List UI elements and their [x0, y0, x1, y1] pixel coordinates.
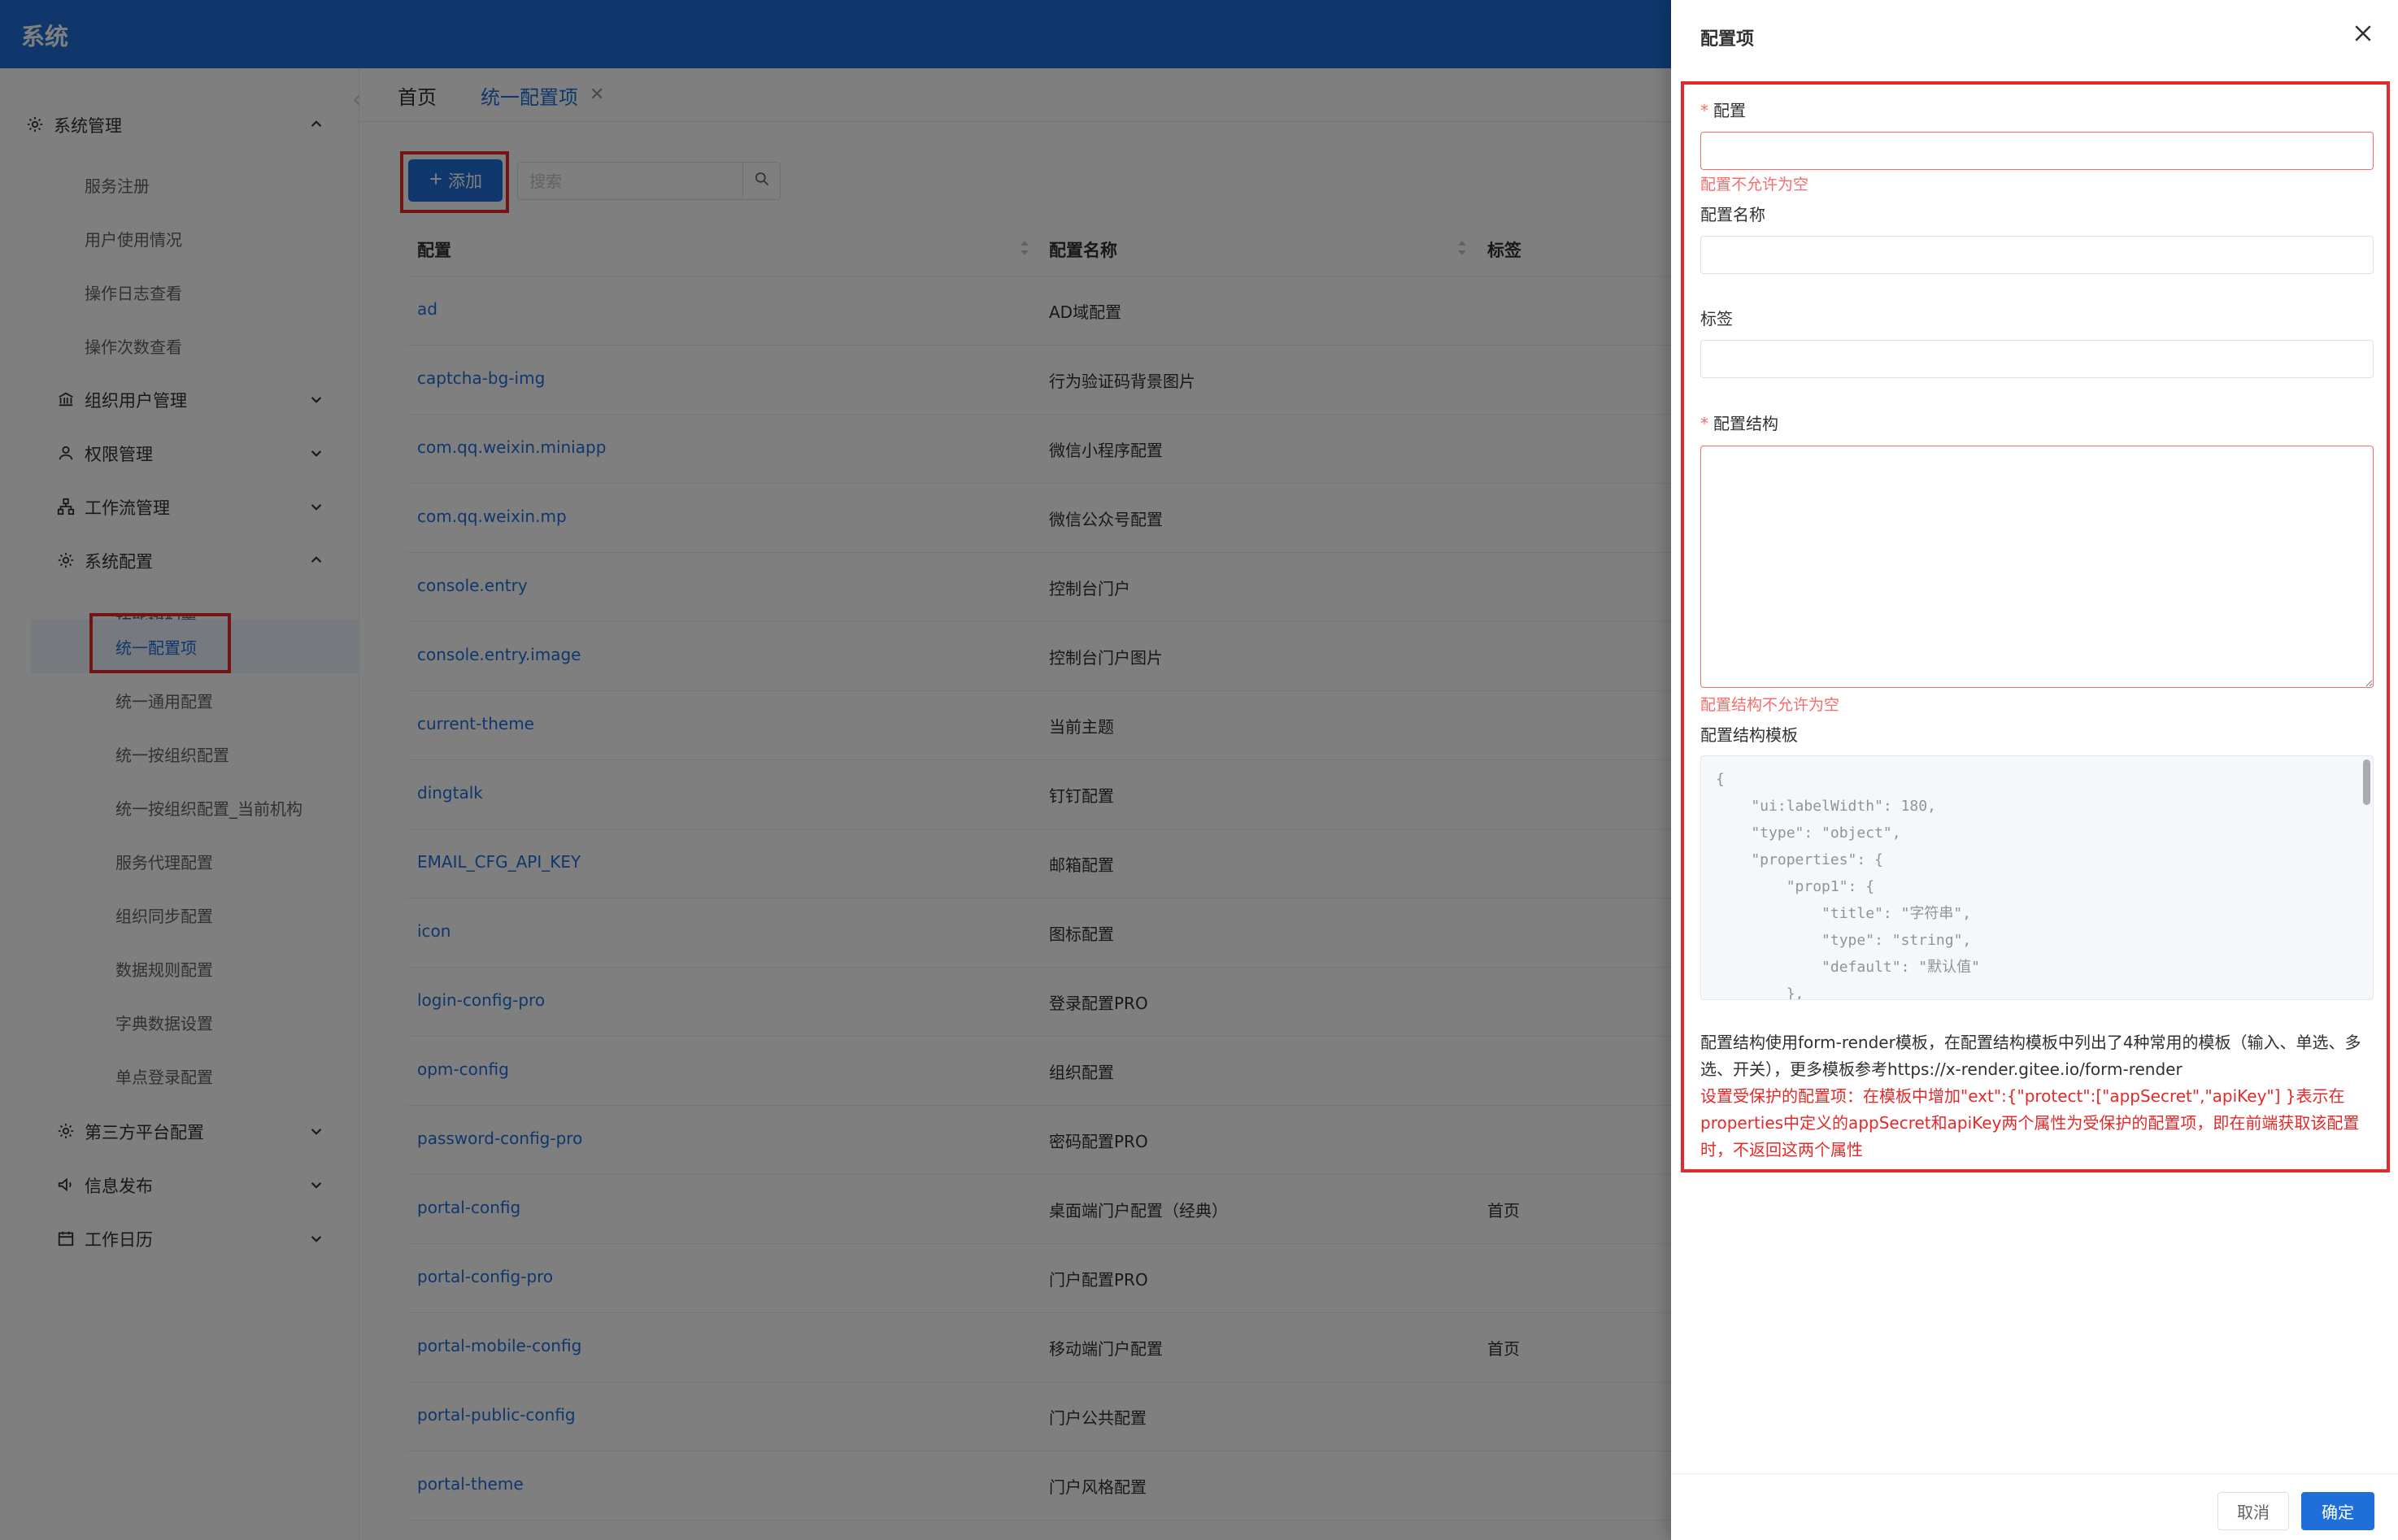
- struct-field-label-text: 配置结构: [1713, 414, 1778, 433]
- drawer-footer: 取消 确定: [1671, 1473, 2398, 1540]
- config-error-text: 配置不允许为空: [1700, 176, 1809, 194]
- struct-textarea[interactable]: [1700, 446, 2374, 688]
- help-text: 配置结构使用form-render模板，在配置结构模板中列出了4种常用的模板（输…: [1700, 1033, 2361, 1079]
- confirm-button[interactable]: 确定: [2301, 1492, 2374, 1530]
- template-code-box[interactable]: { "ui:labelWidth": 180, "type": "object"…: [1700, 755, 2374, 1000]
- config-drawer: 配置项 * 配置 配置不允许为空 配置名称 标签 * 配置结构 配置结构不允许为空 …: [1671, 0, 2398, 1540]
- struct-field-label: * 配置结构: [1700, 411, 1778, 434]
- config-field-label: * 配置: [1700, 98, 1746, 121]
- required-mark: *: [1700, 101, 1708, 120]
- tag-field-label: 标签: [1700, 309, 1733, 328]
- config-input[interactable]: [1700, 132, 2374, 170]
- struct-error-text: 配置结构不允许为空: [1700, 696, 1840, 714]
- template-code: { "ui:labelWidth": 180, "type": "object"…: [1716, 771, 1980, 1000]
- cancel-button[interactable]: 取消: [2217, 1492, 2289, 1530]
- required-mark: *: [1700, 414, 1708, 433]
- template-scrollbar[interactable]: [2363, 759, 2370, 805]
- config-field-label-text: 配置: [1713, 101, 1746, 120]
- template-field-label: 配置结构模板: [1700, 725, 1798, 745]
- drawer-title: 配置项: [1700, 29, 1755, 50]
- name-input[interactable]: [1700, 236, 2374, 274]
- protect-warning-text: 设置受保护的配置项：在模板中增加"ext":{"protect":["appSe…: [1700, 1086, 2360, 1159]
- modal-overlay[interactable]: [0, 0, 1671, 1540]
- close-icon[interactable]: [2351, 21, 2375, 46]
- tag-input[interactable]: [1700, 340, 2374, 378]
- name-field-label: 配置名称: [1700, 205, 1765, 224]
